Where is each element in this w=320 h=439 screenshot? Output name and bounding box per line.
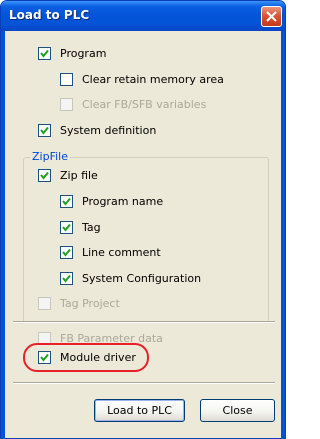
tag-project-label: Tag Project [60, 296, 120, 310]
checkmark-icon [62, 223, 71, 232]
line-comment-checkbox[interactable] [60, 245, 73, 259]
system-configuration-option[interactable]: System Configuration [60, 270, 201, 286]
program-name-label: Program name [82, 194, 164, 208]
tag-label: Tag [82, 220, 101, 234]
line-comment-option[interactable]: Line comment [60, 244, 161, 260]
zip-file-option[interactable]: Zip file [38, 167, 98, 183]
separator [13, 382, 275, 384]
clear-retain-memory-label: Clear retain memory area [82, 72, 224, 86]
system-configuration-checkbox[interactable] [60, 271, 73, 285]
title-bar[interactable]: Load to PLC [1, 1, 285, 31]
line-comment-label: Line comment [82, 245, 161, 259]
dialog-title: Load to PLC [9, 8, 90, 22]
system-configuration-label: System Configuration [82, 271, 202, 285]
window-frame-left [1, 31, 5, 439]
close-icon [266, 11, 277, 22]
zip-file-label: Zip file [60, 168, 98, 182]
program-label: Program [60, 46, 107, 60]
clear-fb-sfb-variables-option: Clear FB/SFB variables [60, 96, 206, 112]
checkmark-icon [40, 49, 49, 58]
checkmark-icon [40, 171, 49, 180]
module-driver-highlight [23, 343, 149, 372]
zip-file-checkbox[interactable] [38, 168, 51, 182]
zipfile-group-label: ZipFile [30, 150, 70, 163]
close-window-button[interactable] [261, 6, 282, 27]
load-to-plc-button[interactable]: Load to PLC [94, 399, 185, 422]
clear-retain-memory-option[interactable]: Clear retain memory area [60, 71, 224, 87]
tag-project-option: Tag Project [38, 295, 120, 311]
checkmark-icon [40, 126, 49, 135]
program-name-checkbox[interactable] [60, 194, 73, 208]
checkmark-icon [62, 274, 71, 283]
clear-fb-sfb-variables-checkbox [60, 97, 73, 111]
system-definition-option[interactable]: System definition [38, 122, 156, 138]
program-name-option[interactable]: Program name [60, 193, 163, 209]
program-checkbox[interactable] [38, 46, 51, 60]
clear-fb-sfb-variables-label: Clear FB/SFB variables [82, 97, 207, 111]
load-to-plc-dialog: Load to PLC Program Clear retain memory … [0, 0, 286, 439]
system-definition-checkbox[interactable] [38, 123, 51, 137]
close-button[interactable]: Close [200, 399, 275, 422]
tag-project-checkbox [38, 296, 51, 310]
separator [13, 321, 275, 323]
tag-checkbox[interactable] [60, 220, 73, 234]
window-frame-right [281, 31, 285, 439]
program-option[interactable]: Program [38, 45, 106, 61]
checkmark-icon [62, 248, 71, 257]
clear-retain-memory-checkbox[interactable] [60, 72, 73, 86]
checkmark-icon [62, 197, 71, 206]
system-definition-label: System definition [60, 123, 157, 137]
tag-option[interactable]: Tag [60, 219, 101, 235]
